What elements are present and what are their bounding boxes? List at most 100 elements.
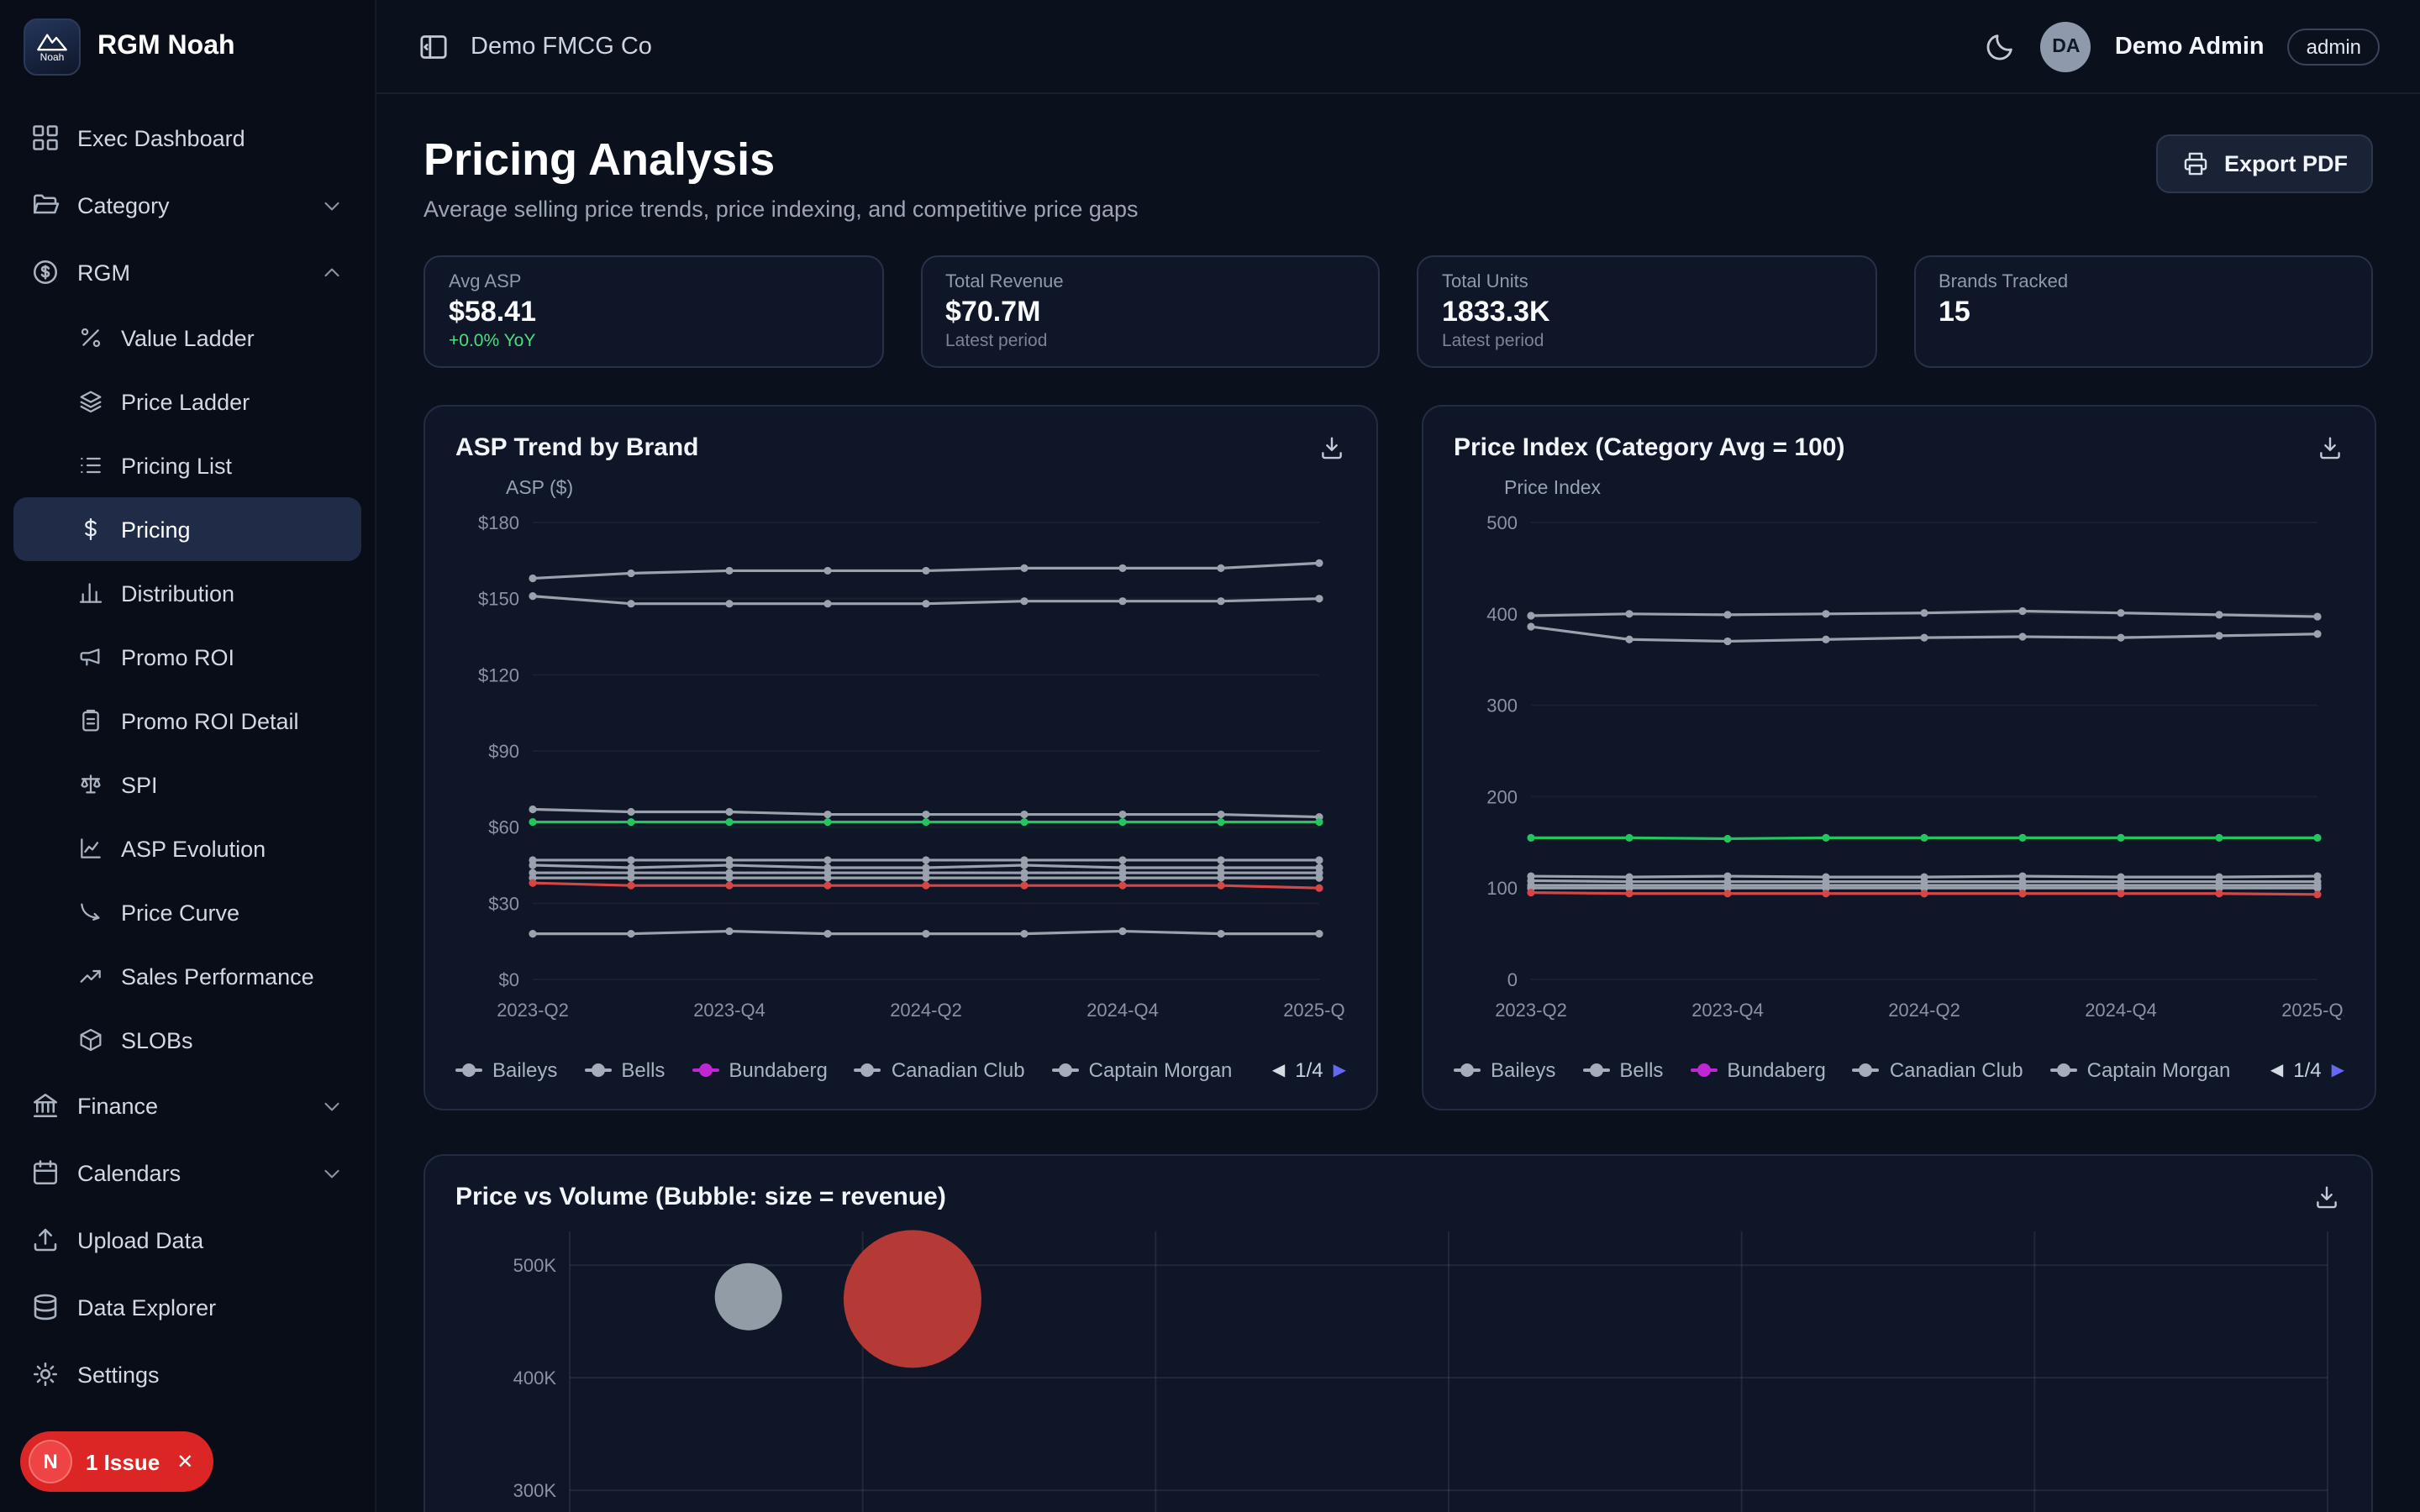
chart-header: Price vs Volume (Bubble: size = revenue) [455,1183,2341,1211]
page-header: Pricing Analysis Average selling price t… [424,134,2373,222]
download-icon[interactable] [2316,433,2344,462]
legend-label: Bundaberg [1727,1058,1825,1082]
sidebar-item-price-ladder[interactable]: Price Ladder [13,370,361,433]
legend-prev-icon[interactable]: ◀ [1272,1061,1285,1079]
issue-badge[interactable]: N 1 Issue ✕ [20,1431,213,1492]
legend-items: Baileys Bells Bundaberg Canadian Club Captai… [455,1058,1259,1082]
sidebar-item-label: SPI [121,772,158,797]
svg-text:$90: $90 [488,741,519,762]
sidebar-item-label: Upload Data [77,1227,203,1252]
sidebar: Noah RGM Noah Exec DashboardCategoryRGMV… [0,0,376,1512]
sidebar-nav: Exec DashboardCategoryRGMValue Ladder Pri… [0,94,375,1411]
sidebar-item-slobs[interactable]: SLOBs [13,1008,361,1072]
legend-item[interactable]: Bells [584,1058,665,1082]
sidebar-item-settings[interactable]: Settings [13,1341,361,1408]
sidebar-item-label: Settings [77,1362,160,1387]
sidebar-item-upload-data[interactable]: Upload Data [13,1206,361,1273]
stat-label: Avg ASP [449,272,858,292]
theme-toggle-moon-icon[interactable] [1984,29,2018,63]
sidebar-item-promo-roi[interactable]: Promo ROI [13,625,361,689]
svg-text:200: 200 [1486,786,1518,807]
gear-icon [30,1359,60,1389]
chart-line-icon [77,835,104,862]
app-title: RGM Noah [97,32,235,62]
sidebar-item-pricing-list[interactable]: Pricing List [13,433,361,497]
svg-text:$60: $60 [488,817,519,838]
legend-item[interactable]: Captain Morgan [1052,1058,1233,1082]
legend-item[interactable]: Captain Morgan [2050,1058,2231,1082]
sidebar-item-spi[interactable]: SPI [13,753,361,816]
sidebar-item-asp-evolution[interactable]: ASP Evolution [13,816,361,880]
close-icon[interactable]: ✕ [176,1450,193,1473]
printer-icon [2182,150,2211,178]
sidebar-item-data-explorer[interactable]: Data Explorer [13,1273,361,1341]
sidebar-item-label: Price Ladder [121,389,250,414]
svg-text:300K: 300K [513,1480,557,1501]
chevron-down-icon [319,1160,345,1185]
legend-item[interactable]: Baileys [1454,1058,1555,1082]
download-icon[interactable] [1318,433,1346,462]
sidebar-item-label: Data Explorer [77,1294,216,1320]
svg-text:2023-Q4: 2023-Q4 [1691,1000,1764,1021]
curve-icon [77,899,104,926]
page-title: Pricing Analysis [424,134,1139,186]
stat-value: $70.7M [945,296,1355,329]
chevron-up-icon [319,260,345,285]
sidebar-item-pricing[interactable]: Pricing [13,497,361,561]
svg-text:100: 100 [1486,878,1518,899]
stat-card-total-revenue: Total Revenue $70.7M Latest period [920,255,1380,368]
clipboard-icon [77,707,104,734]
avatar[interactable]: DA [2041,21,2091,71]
sidebar-item-rgm[interactable]: RGM [13,239,361,306]
legend-prev-icon[interactable]: ◀ [2270,1061,2283,1079]
stat-card-avg-asp: Avg ASP $58.41 +0.0% YoY [424,255,883,368]
sidebar-item-exec-dashboard[interactable]: Exec Dashboard [13,104,361,171]
sidebar-toggle-icon[interactable] [417,29,450,63]
sidebar-item-label: SLOBs [121,1027,193,1053]
svg-text:2025-Q2: 2025-Q2 [1283,1000,1346,1021]
sidebar-item-category[interactable]: Category [13,171,361,239]
svg-text:400: 400 [1486,604,1518,625]
chart-header: ASP Trend by Brand [455,433,1346,462]
legend-items: Baileys Bells Bundaberg Canadian Club Captai… [1454,1058,2257,1082]
layers-icon [77,388,104,415]
stat-sub: Latest period [945,331,1355,351]
legend-item[interactable]: Canadian Club [855,1058,1025,1082]
dollar-circle-icon [30,257,60,287]
megaphone-icon [77,643,104,670]
sidebar-item-distribution[interactable]: Distribution [13,561,361,625]
sidebar-item-value-ladder[interactable]: Value Ladder [13,306,361,370]
download-icon[interactable] [2312,1183,2341,1211]
sidebar-item-promo-roi-detail[interactable]: Promo ROI Detail [13,689,361,753]
topbar: Demo FMCG Co DA Demo Admin admin [376,0,2420,94]
legend-page-indicator: 1/4 [2293,1058,2321,1082]
price-index-card: Price Index (Category Avg = 100) Price I… [1422,405,2376,1110]
legend-item[interactable]: Bundaberg [1690,1058,1825,1082]
legend-next-icon[interactable]: ▶ [2332,1061,2344,1079]
stat-value: $58.41 [449,296,858,329]
stat-label: Total Units [1442,272,1851,292]
sidebar-item-calendars[interactable]: Calendars [13,1139,361,1206]
y-axis-title: Price Index [1504,479,2344,499]
svg-text:2024-Q4: 2024-Q4 [2085,1000,2157,1021]
legend-item[interactable]: Bells [1582,1058,1663,1082]
legend-next-icon[interactable]: ▶ [1334,1061,1346,1079]
sidebar-item-price-curve[interactable]: Price Curve [13,880,361,944]
legend-label: Canadian Club [1890,1058,2023,1082]
chart-header: Price Index (Category Avg = 100) [1454,433,2344,462]
legend-item[interactable]: Canadian Club [1853,1058,2023,1082]
charts-row: ASP Trend by Brand ASP ($) $0$30$60$90$1… [424,405,2373,1110]
main-column: Demo FMCG Co DA Demo Admin admin Pricing… [376,0,2420,1512]
sidebar-item-finance[interactable]: Finance [13,1072,361,1139]
price-index-chart: 01002003004005002023-Q22023-Q42024-Q2202… [1454,506,2344,1030]
legend-marker-icon [855,1063,881,1077]
legend-item[interactable]: Bundaberg [692,1058,827,1082]
sidebar-item-label: Price Curve [121,900,239,925]
sidebar-item-sales-performance[interactable]: Sales Performance [13,944,361,1008]
legend-item[interactable]: Baileys [455,1058,557,1082]
export-pdf-button[interactable]: Export PDF [2157,134,2373,193]
legend-marker-icon [1853,1063,1880,1077]
page-content: Pricing Analysis Average selling price t… [376,94,2420,1512]
stat-sub: +0.0% YoY [449,331,858,351]
chevron-down-icon [319,1093,345,1118]
